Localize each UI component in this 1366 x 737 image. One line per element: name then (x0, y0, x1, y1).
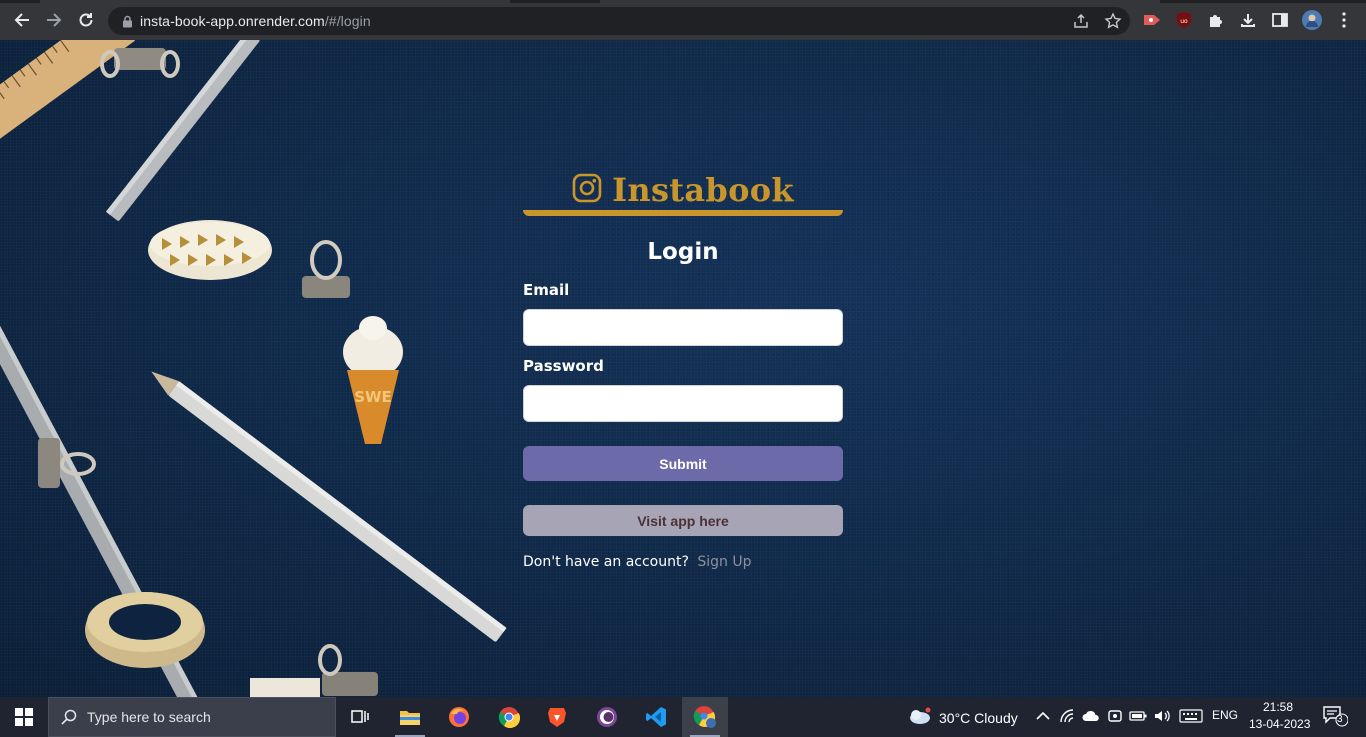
firefox-app[interactable] (436, 697, 482, 737)
onedrive-cloud-icon[interactable] (1082, 707, 1100, 725)
extensions-puzzle-icon[interactable] (1206, 10, 1226, 30)
signup-prompt: Don't have an account? (523, 554, 689, 570)
url-path: /#/login (324, 13, 371, 29)
search-placeholder: Type here to search (87, 709, 211, 725)
browser-toolbar: insta-book-app.onrender.com/#/login uo (0, 0, 1366, 40)
brand-name: Instabook (612, 171, 794, 209)
search-icon (61, 709, 77, 725)
tor-onion-icon (597, 707, 617, 727)
folder-icon (400, 711, 420, 725)
taskbar-search-box[interactable]: Type here to search (48, 697, 336, 737)
ublock-icon[interactable]: uo (1174, 10, 1194, 30)
volume-icon[interactable] (1153, 707, 1171, 725)
url-text: insta-book-app.onrender.com/#/login (140, 13, 371, 29)
form-title: Login (647, 239, 719, 265)
password-field[interactable] (523, 385, 843, 422)
app-brand: Instabook (523, 164, 843, 216)
chevron-up-icon[interactable] (1034, 707, 1052, 725)
keyboard-icon[interactable] (1179, 707, 1203, 725)
clock-time[interactable]: 21:58 (1263, 700, 1293, 714)
email-field[interactable] (523, 309, 843, 346)
chrome-icon (498, 707, 520, 728)
reload-button[interactable] (70, 4, 102, 36)
wifi-icon[interactable] (1059, 707, 1077, 725)
file-explorer-app[interactable] (387, 697, 433, 737)
reload-icon (79, 13, 93, 27)
email-label: Email (523, 281, 570, 299)
vscode-app[interactable] (633, 697, 679, 737)
arrow-left-icon (14, 13, 29, 27)
arrow-right-icon (47, 13, 62, 27)
weather-text[interactable]: 30°C Cloudy (939, 710, 1018, 726)
windows-logo-icon (15, 708, 33, 726)
submit-button[interactable]: Submit (523, 446, 843, 481)
svg-text:uo: uo (1180, 18, 1188, 25)
address-bar[interactable]: insta-book-app.onrender.com/#/login (108, 7, 1130, 35)
visit-app-button[interactable]: Visit app here (523, 505, 843, 536)
login-page: SWE Instabook Login Email Password Submi… (0, 40, 1366, 697)
firefox-icon (449, 707, 469, 727)
url-host: insta-book-app.onrender.com (140, 13, 325, 29)
profile-avatar[interactable] (1302, 10, 1322, 30)
weather-cloud-icon[interactable] (906, 707, 932, 725)
signup-row: Don't have an account? Sign Up (523, 554, 752, 570)
back-button[interactable] (6, 4, 38, 36)
password-label: Password (523, 357, 604, 375)
brave-lion-icon (548, 708, 566, 727)
brave-app[interactable] (534, 697, 580, 737)
download-icon[interactable] (1238, 10, 1258, 30)
menu-kebab-icon[interactable] (1334, 10, 1354, 30)
battery-icon[interactable] (1129, 707, 1147, 725)
chrome-profile-app[interactable] (682, 697, 728, 737)
side-panel-icon[interactable] (1270, 10, 1290, 30)
brand-underline (523, 210, 843, 216)
windows-taskbar: Type here to search 30°C Cloudy ENG 21:5… (0, 697, 1366, 737)
tor-browser-app[interactable] (584, 697, 630, 737)
meet-now-icon[interactable] (1106, 707, 1124, 725)
task-view-button[interactable] (337, 697, 383, 737)
task-view-icon (351, 710, 369, 723)
lock-icon (120, 14, 134, 28)
tab-strip (0, 0, 1366, 3)
clock-date[interactable]: 13-04-2023 (1249, 717, 1310, 731)
start-button[interactable] (0, 697, 48, 737)
bookmark-star-icon[interactable] (1104, 12, 1122, 34)
notifications-icon[interactable] (1322, 706, 1348, 727)
signup-link[interactable]: Sign Up (697, 554, 751, 570)
forward-button[interactable] (38, 4, 70, 36)
vscode-icon (646, 707, 666, 727)
notification-count: 3 (1337, 714, 1343, 725)
chrome-app[interactable] (486, 697, 532, 737)
input-language[interactable]: ENG (1212, 708, 1238, 722)
instagram-logo-icon (572, 173, 602, 207)
recorder-extension-icon[interactable] (1142, 10, 1162, 30)
chrome-profile-icon (693, 706, 716, 728)
svg-text:SWE: SWE (354, 388, 392, 406)
share-icon[interactable] (1072, 12, 1090, 34)
